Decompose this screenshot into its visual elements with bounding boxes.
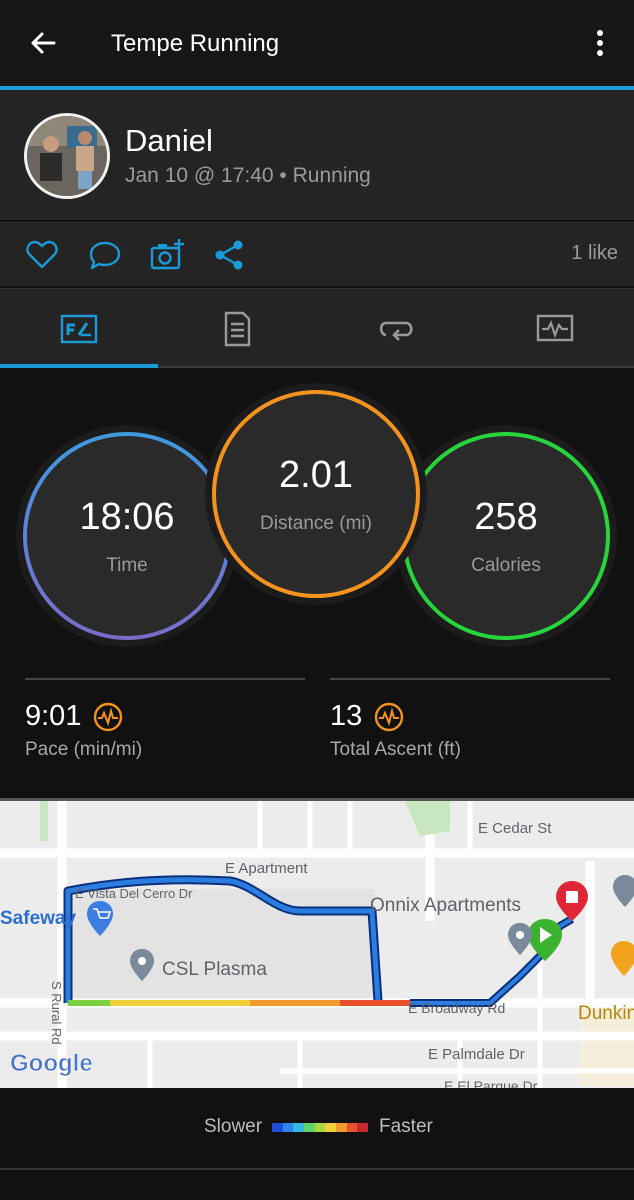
activity-meta: Jan 10 @ 17:40 • Running: [125, 164, 371, 187]
distance-label: Distance (mi): [260, 512, 372, 534]
legend-color-segment: [304, 1123, 315, 1132]
legend-slower-label: Slower: [204, 1116, 263, 1137]
map-label-rural: S Rural Rd: [49, 981, 64, 1045]
map-label-palmdale: E Palmdale Dr: [428, 1046, 525, 1063]
map-label-apartment: E Apartment: [225, 860, 308, 877]
map-label-onnix: Onnix Apartments: [370, 895, 521, 916]
pace-stat: 9:01 Pace (min/mi): [25, 678, 305, 761]
legend-color-segment: [282, 1123, 294, 1132]
activity-tabs: [0, 288, 634, 368]
laps-tab-icon: [379, 321, 413, 341]
more-options-icon[interactable]: [586, 28, 614, 58]
tab-charts[interactable]: [476, 289, 634, 369]
pace-label: Pace (min/mi): [25, 739, 143, 760]
comment-icon[interactable]: [87, 237, 123, 273]
app-bar: Tempe Running: [0, 0, 634, 86]
distance-value: 2.01: [279, 453, 353, 496]
map-label-csl: CSL Plasma: [162, 959, 267, 980]
pace-divider: [25, 678, 305, 680]
google-logo: Google: [10, 1050, 93, 1077]
details-tab-icon: [224, 311, 251, 347]
activity-owner: Daniel Jan 10 @ 17:40 • Running: [0, 90, 634, 220]
legend-color-segment: [314, 1123, 326, 1132]
legend-color-segment: [346, 1123, 358, 1132]
legend-color-segment: [357, 1123, 369, 1132]
avatar-photo: [27, 116, 107, 196]
ascent-stat: 13 Total Ascent (ft): [330, 678, 610, 761]
social-actions: 1 like: [0, 222, 634, 286]
pace-legend: Slower Faster: [0, 1088, 634, 1170]
tab-laps[interactable]: [317, 289, 475, 369]
time-stat-circle: 18:06 Time: [23, 432, 231, 640]
tab-stats[interactable]: [0, 289, 158, 369]
route-map[interactable]: E Cedar St E Apartment E Vista Del Cerro…: [0, 798, 634, 1088]
ascent-divider: [330, 678, 610, 680]
map-label-broadway: E Broadway Rd: [408, 1000, 505, 1016]
legend-faster-label: Faster: [379, 1116, 433, 1137]
avatar[interactable]: [24, 113, 110, 199]
map-label-elparque: E El Parque Dr: [444, 1078, 538, 1088]
charts-tab-icon: [536, 314, 574, 342]
like-count[interactable]: 1 like: [571, 242, 618, 265]
time-value: 18:06: [79, 495, 175, 538]
stats-tab-icon: [60, 314, 98, 344]
tab-details[interactable]: [158, 289, 316, 369]
map-label-safeway: Safeway: [0, 908, 76, 929]
legend-color-segment: [325, 1123, 337, 1132]
pace-value: 9:01: [25, 700, 82, 732]
back-arrow-icon[interactable]: [26, 26, 60, 60]
legend-color-segment: [293, 1123, 305, 1132]
map-label-dunkin: Dunkin: [578, 1003, 634, 1024]
heart-icon[interactable]: [24, 237, 60, 273]
legend-color-segment: [336, 1123, 347, 1132]
page-title: Tempe Running: [111, 30, 280, 57]
pace-chart-icon[interactable]: [93, 702, 123, 732]
legend-color-bar: [272, 1123, 369, 1132]
bottom-divider: [0, 1168, 634, 1170]
map-label-cedar: E Cedar St: [478, 820, 552, 837]
legend-color-segment: [272, 1123, 283, 1132]
camera-add-icon[interactable]: [149, 237, 185, 273]
time-label: Time: [106, 554, 148, 576]
ascent-value: 13: [330, 700, 363, 732]
ascent-label: Total Ascent (ft): [330, 739, 461, 760]
distance-stat-circle: 2.01 Distance (mi): [212, 390, 420, 598]
map-label-vista: E Vista Del Cerro Dr: [75, 886, 193, 901]
calories-stat-circle: 258 Calories: [402, 432, 610, 640]
user-name[interactable]: Daniel: [125, 123, 213, 159]
ascent-chart-icon[interactable]: [374, 702, 404, 732]
share-icon[interactable]: [211, 237, 247, 273]
calories-value: 258: [474, 495, 538, 538]
calories-label: Calories: [471, 554, 541, 576]
